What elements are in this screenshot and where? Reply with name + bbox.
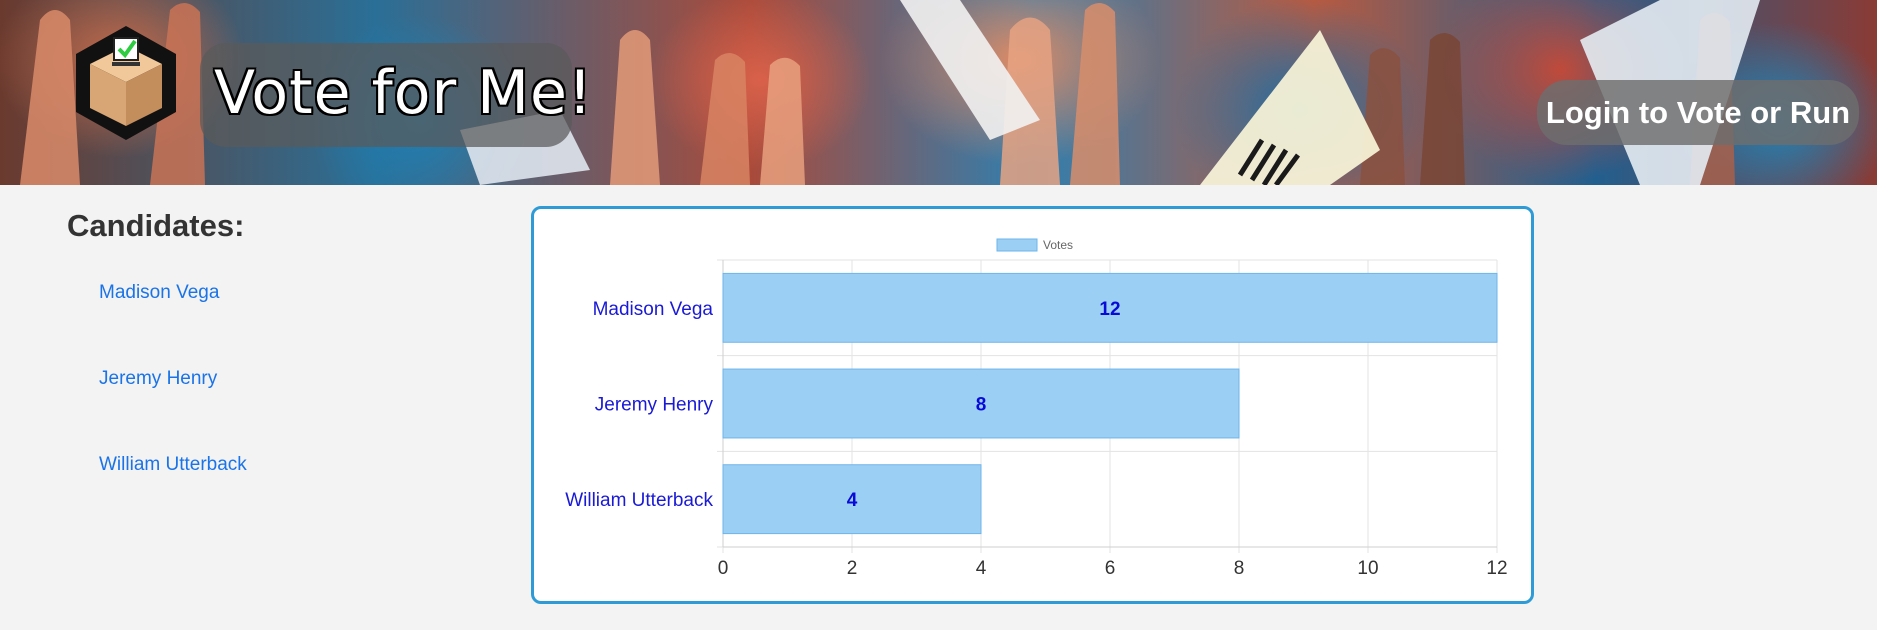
x-tick-label: 12	[1486, 558, 1507, 579]
x-tick-label: 0	[718, 558, 729, 579]
category-label: Madison Vega	[593, 299, 714, 320]
candidate-link-madison-vega[interactable]: Madison Vega	[99, 282, 219, 304]
ballot-box-icon	[76, 26, 176, 140]
candidates-heading: Candidates:	[67, 208, 245, 243]
value-label: 4	[847, 490, 858, 511]
site-title: Vote for Me!	[214, 58, 593, 128]
category-label: William Utterback	[565, 490, 713, 511]
x-tick-label: 6	[1105, 558, 1116, 579]
x-tick-label: 2	[847, 558, 858, 579]
login-button[interactable]: Login to Vote or Run	[1537, 80, 1859, 145]
legend-label-votes: Votes	[1043, 238, 1073, 252]
value-label: 12	[1099, 299, 1120, 320]
votes-bar-chart: Votes 0 2 4 6 8 10 12 Madison Vega 12 Jeremy Henry…	[565, 238, 1507, 579]
votes-chart-card: Votes 0 2 4 6 8 10 12 Madison Vega 12 Jeremy Henry…	[531, 206, 1534, 604]
x-tick-label: 10	[1357, 558, 1378, 579]
candidate-link-william-utterback[interactable]: William Utterback	[99, 454, 247, 476]
legend-swatch-votes	[996, 238, 1038, 252]
category-label: Jeremy Henry	[595, 395, 714, 416]
value-label: 8	[976, 395, 987, 416]
x-tick-label: 4	[976, 558, 987, 579]
header-banner: Vote for Me! Login to Vote or Run	[0, 0, 1877, 185]
candidate-link-jeremy-henry[interactable]: Jeremy Henry	[99, 368, 217, 390]
x-tick-label: 8	[1234, 558, 1245, 579]
